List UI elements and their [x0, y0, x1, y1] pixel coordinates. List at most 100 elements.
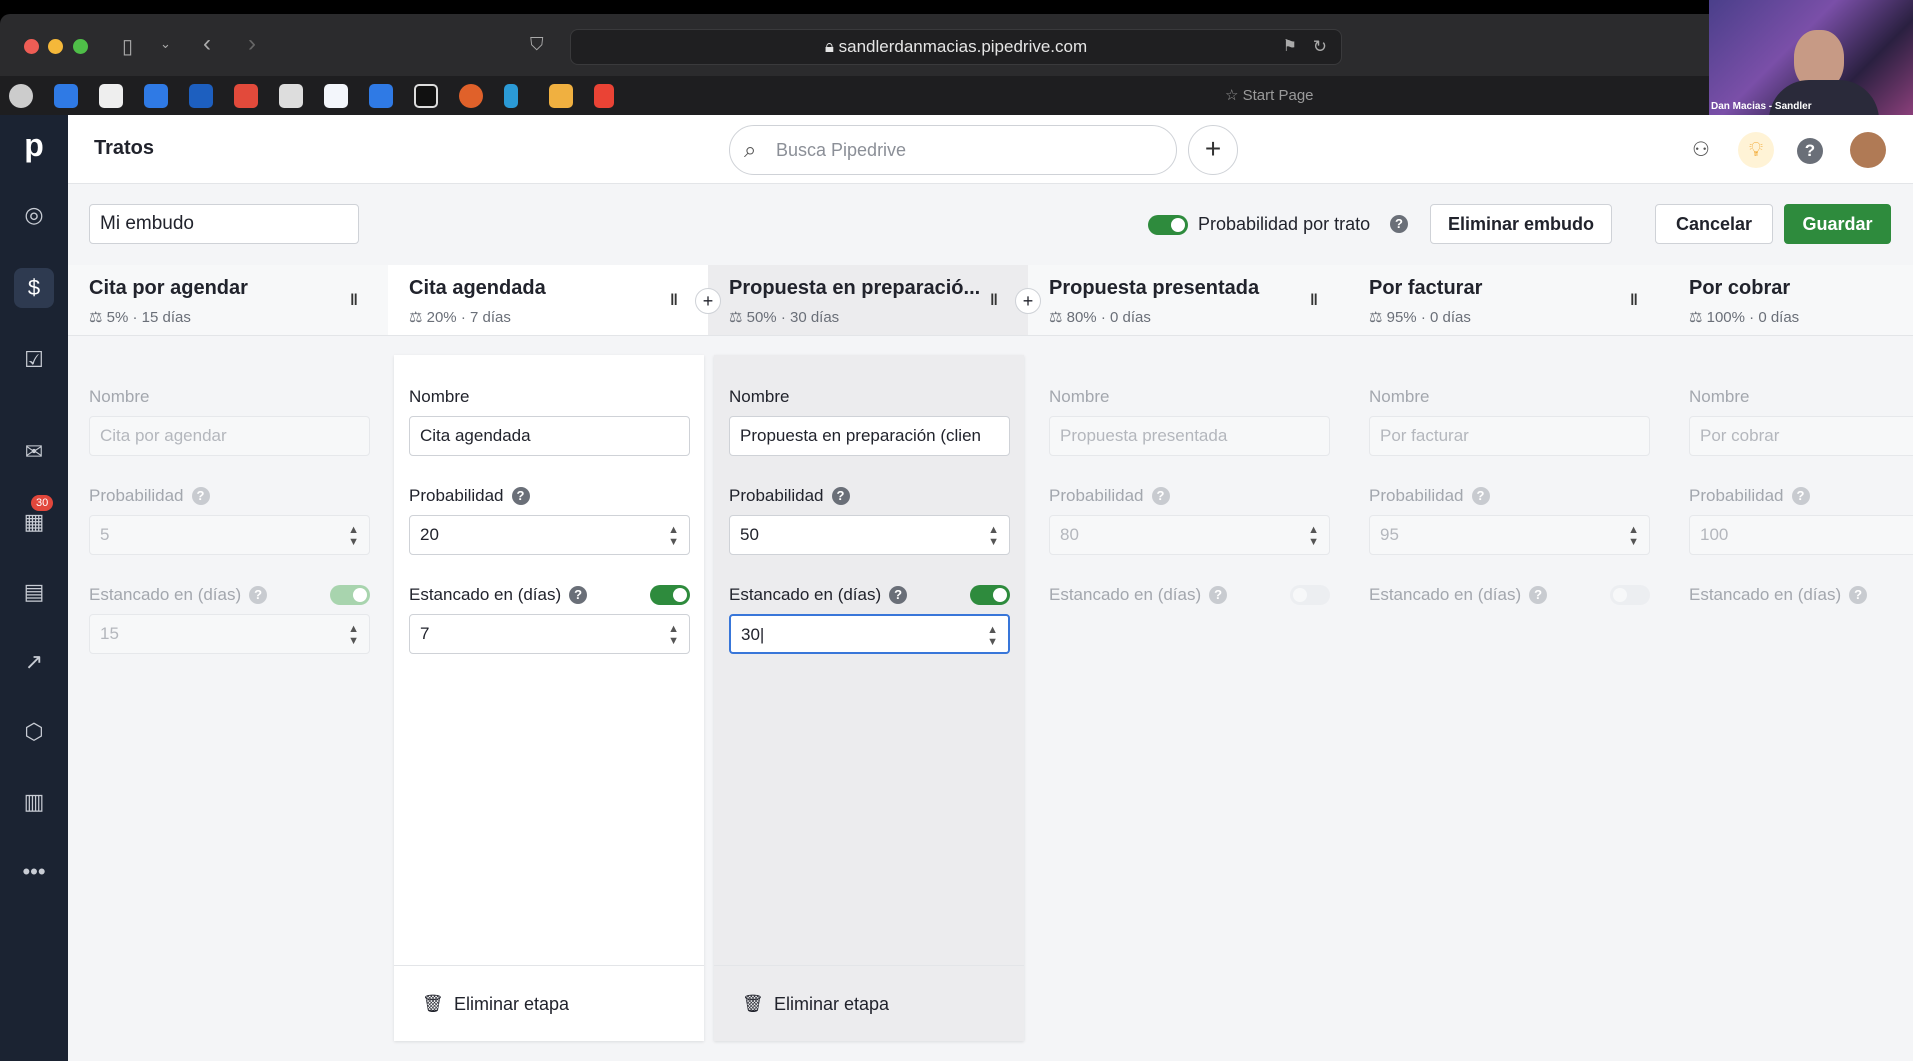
insights-icon[interactable]: ↗ — [19, 647, 49, 677]
rotting-days-stepper[interactable]: 7 ▲ ▼ — [409, 614, 690, 654]
products-icon[interactable]: ⬡ — [19, 717, 49, 747]
stage-header[interactable]: Propuesta presentada ⚖ 80% · 0 días ǁ — [1028, 265, 1348, 335]
stepper-arrows-icon[interactable]: ▲ ▼ — [668, 516, 679, 548]
search-input[interactable]: ⌕ Busca Pipedrive — [729, 125, 1177, 175]
pipedrive-logo[interactable]: p — [19, 129, 49, 161]
drag-handle-icon[interactable]: ǁ — [990, 292, 998, 310]
bookmark-icon[interactable] — [324, 84, 348, 108]
close-window-button[interactable] — [24, 39, 39, 54]
stepper-arrows-icon[interactable]: ▲ ▼ — [988, 516, 999, 548]
reload-icon[interactable]: ↻ — [1313, 30, 1327, 64]
avatar[interactable] — [1850, 132, 1886, 168]
bookmark-icon[interactable] — [144, 84, 168, 108]
delete-stage-button[interactable]: 🗑︎ Eliminar etapa — [714, 965, 1024, 1041]
invite-users-icon[interactable]: ⚇ — [1683, 132, 1719, 168]
mail-icon[interactable]: ✉ — [19, 437, 49, 467]
help-icon[interactable]: ? — [249, 586, 268, 604]
probability-stepper[interactable]: 20 ▲ ▼ — [409, 515, 690, 555]
gmail-bookmark-icon[interactable] — [594, 84, 614, 108]
sidebar-toggle-icon[interactable]: ▯ — [122, 34, 133, 59]
help-icon[interactable]: ? — [1849, 586, 1868, 604]
bookmark-icon[interactable] — [234, 84, 258, 108]
stage-header[interactable]: Por facturar ⚖ 95% · 0 días ǁ — [1348, 265, 1668, 335]
stage-name-input[interactable]: Propuesta en preparación (clien — [729, 416, 1010, 456]
translate-icon[interactable]: ⚑ — [1283, 30, 1297, 64]
drag-handle-icon[interactable]: ǁ — [350, 292, 358, 310]
rotting-toggle[interactable] — [330, 585, 370, 605]
probability-stepper[interactable]: 100▲▼ — [1689, 515, 1913, 555]
quick-add-button[interactable]: + — [1188, 125, 1238, 175]
bookmark-icon[interactable] — [9, 84, 33, 108]
chevron-down-icon[interactable]: ⌄ — [160, 36, 171, 52]
help-icon[interactable]: ? — [1390, 215, 1408, 233]
pipeline-name-input[interactable]: Mi embudo — [89, 204, 359, 244]
bookmark-icon[interactable] — [189, 84, 213, 108]
more-icon[interactable]: ••• — [19, 857, 49, 887]
stage-name-input[interactable]: Por facturar — [1369, 416, 1650, 456]
stage-name-input[interactable]: Propuesta presentada — [1049, 416, 1330, 456]
stage-header[interactable]: Cita agendada ⚖ 20% · 7 días ǁ — [388, 265, 708, 335]
contacts-icon[interactable]: ▤ — [19, 577, 49, 607]
add-stage-button[interactable]: + — [695, 288, 721, 314]
bookmark-icon[interactable] — [279, 84, 303, 108]
minimize-window-button[interactable] — [48, 39, 63, 54]
deals-icon[interactable]: $ — [14, 268, 54, 308]
drag-handle-icon[interactable]: ǁ — [1630, 292, 1638, 310]
cancel-button[interactable]: Cancelar — [1655, 204, 1773, 244]
delete-stage-button[interactable]: 🗑︎ Eliminar etapa — [394, 965, 704, 1041]
help-icon[interactable]: ? — [1797, 137, 1823, 164]
address-bar[interactable]: 🔒︎ sandlerdanmacias.pipedrive.com ⚑ ↻ — [570, 29, 1342, 65]
rotting-toggle[interactable] — [1290, 585, 1330, 605]
bookmark-icon[interactable] — [459, 84, 483, 108]
bookmark-icon[interactable] — [504, 84, 518, 108]
probability-stepper[interactable]: 95 ▲ ▼ — [1369, 515, 1650, 555]
help-icon[interactable]: ? — [1151, 487, 1170, 505]
bookmark-icon[interactable] — [369, 84, 393, 108]
stage-header[interactable]: Propuesta en preparació... ⚖ 50% · 30 dí… — [708, 265, 1028, 335]
help-icon[interactable]: ? — [511, 487, 530, 505]
rotting-days-stepper[interactable]: 15 ▲ ▼ — [89, 614, 370, 654]
rotting-toggle[interactable] — [970, 585, 1010, 605]
rotting-toggle[interactable] — [1610, 585, 1650, 605]
forward-icon[interactable]: › — [248, 30, 256, 58]
probability-toggle[interactable] — [1148, 215, 1188, 235]
drag-handle-icon[interactable]: ǁ — [1310, 292, 1318, 310]
maximize-window-button[interactable] — [73, 39, 88, 54]
bookmark-icon[interactable] — [549, 84, 573, 108]
stepper-arrows-icon[interactable]: ▲ ▼ — [1628, 516, 1639, 548]
stepper-arrows-icon[interactable]: ▲ ▼ — [1308, 516, 1319, 548]
stepper-arrows-icon[interactable]: ▲ ▼ — [987, 616, 998, 648]
save-button[interactable]: Guardar — [1784, 204, 1891, 244]
back-icon[interactable]: ‹ — [203, 30, 211, 58]
bookmark-icon[interactable] — [54, 84, 78, 108]
help-icon[interactable]: ? — [1209, 586, 1228, 604]
pipedrive-bookmark-icon[interactable] — [414, 84, 438, 108]
stage-name-input[interactable]: Cita por agendar — [89, 416, 370, 456]
calendar-icon[interactable]: ▦ 30 — [19, 495, 54, 537]
stage-header[interactable]: Por cobrar ⚖ 100% · 0 días ǁ — [1668, 265, 1913, 335]
stepper-arrows-icon[interactable]: ▲ ▼ — [348, 615, 359, 647]
stage-name-input[interactable]: Por cobrar — [1689, 416, 1913, 456]
stepper-arrows-icon[interactable]: ▲ ▼ — [668, 615, 679, 647]
start-page-bookmark[interactable]: ☆ Start Page — [1225, 86, 1314, 104]
probability-stepper[interactable]: 5 ▲ ▼ — [89, 515, 370, 555]
help-icon[interactable]: ? — [1529, 586, 1548, 604]
stepper-arrows-icon[interactable]: ▲ ▼ — [348, 516, 359, 548]
drag-handle-icon[interactable]: ǁ — [670, 292, 678, 310]
stage-header[interactable]: Cita por agendar ⚖ 5% · 15 días ǁ — [68, 265, 388, 335]
target-icon[interactable]: ◎ — [19, 200, 49, 230]
shield-icon[interactable]: ⛉ — [530, 34, 544, 55]
marketplace-icon[interactable]: ▥ — [19, 787, 49, 817]
help-icon[interactable]: ? — [889, 586, 908, 604]
probability-stepper[interactable]: 50 ▲ ▼ — [729, 515, 1010, 555]
help-icon[interactable]: ? — [1471, 487, 1490, 505]
bookmark-icon[interactable] — [99, 84, 123, 108]
rotting-days-stepper[interactable]: 30| ▲ ▼ — [729, 614, 1010, 654]
help-icon[interactable]: ? — [1791, 487, 1810, 505]
help-icon[interactable]: ? — [569, 586, 588, 604]
help-icon[interactable]: ? — [831, 487, 850, 505]
stage-name-input[interactable]: Cita agendada — [409, 416, 690, 456]
delete-pipeline-button[interactable]: Eliminar embudo — [1430, 204, 1612, 244]
lightbulb-icon[interactable]: 💡︎ — [1738, 132, 1774, 168]
probability-stepper[interactable]: 80 ▲ ▼ — [1049, 515, 1330, 555]
